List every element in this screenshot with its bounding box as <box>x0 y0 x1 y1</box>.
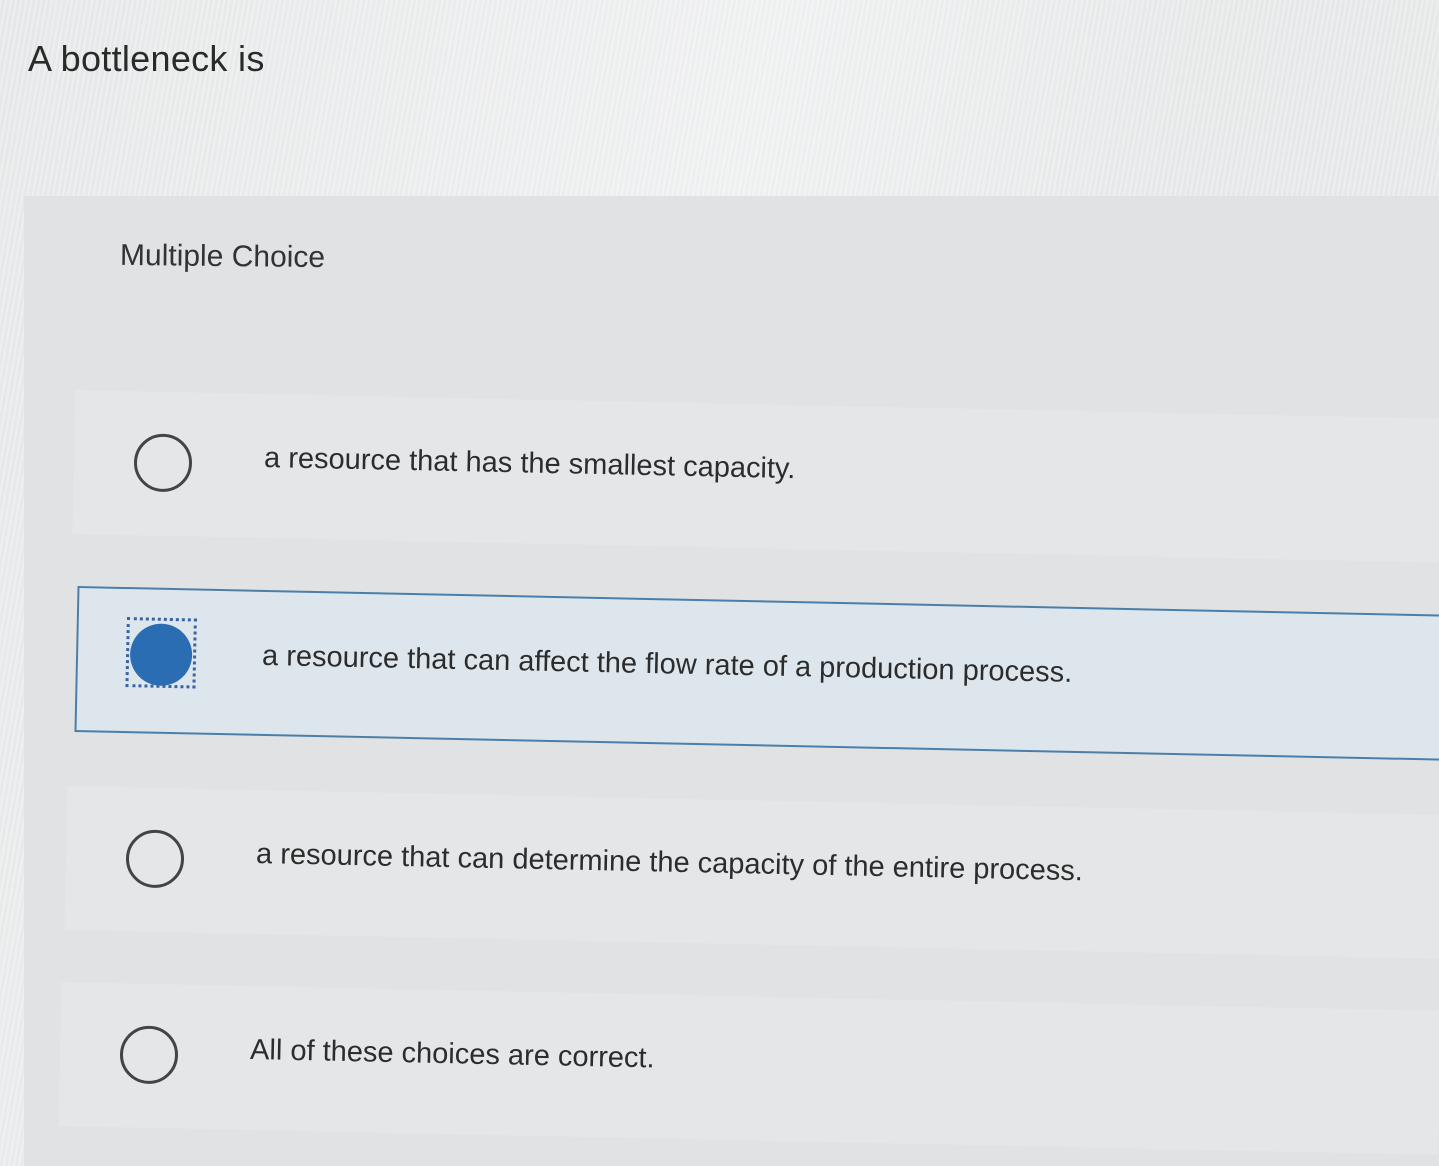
radio-unselected-icon[interactable] <box>125 829 185 889</box>
question-stem: A bottleneck is <box>28 38 265 79</box>
option-4-label: All of these choices are correct. <box>249 1033 655 1075</box>
radio-unselected-icon[interactable] <box>119 1025 179 1085</box>
option-4[interactable]: All of these choices are correct. <box>58 982 1439 1155</box>
option-1[interactable]: a resource that has the smallest capacit… <box>72 390 1439 563</box>
option-2[interactable]: a resource that can affect the flow rate… <box>74 586 1439 761</box>
option-1-label: a resource that has the smallest capacit… <box>263 441 796 486</box>
radio-unselected-icon[interactable] <box>133 433 193 493</box>
option-3-label: a resource that can determine the capaci… <box>255 837 1084 888</box>
option-2-label: a resource that can affect the flow rate… <box>261 639 1073 689</box>
option-3[interactable]: a resource that can determine the capaci… <box>64 786 1439 959</box>
multiple-choice-heading: Multiple Choice <box>119 238 326 275</box>
